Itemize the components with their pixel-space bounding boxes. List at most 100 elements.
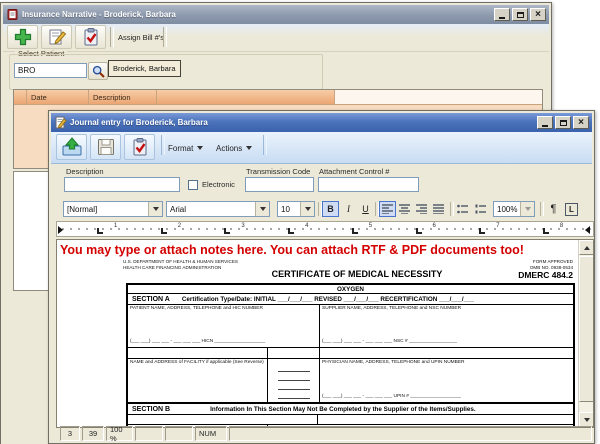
align-right-button[interactable]	[413, 201, 430, 217]
post-entry-button[interactable]	[56, 134, 87, 160]
place-of-service-cell: PLACE OF SERVICE _________	[128, 348, 268, 358]
document-area[interactable]: You may type or attach notes here. You c…	[56, 239, 594, 428]
paragraph-style-combo[interactable]: [Normal]	[63, 201, 163, 217]
tab-stop-marker[interactable]	[543, 228, 549, 234]
align-justify-button[interactable]	[430, 201, 447, 217]
arrow-up-icon	[584, 246, 590, 250]
numbered-list-button[interactable]	[472, 201, 489, 217]
bold-button[interactable]: B	[322, 201, 339, 217]
tab-stop-marker[interactable]	[416, 228, 422, 234]
zoom-combo[interactable]: 100%	[493, 201, 535, 217]
form-approved-line1: FORM APPROVED	[530, 259, 573, 265]
font-family-combo[interactable]: Arial	[166, 201, 270, 217]
clipboard-check-icon	[81, 27, 101, 47]
clipboard-check-icon	[130, 137, 150, 157]
ruler[interactable]: 12345678	[56, 221, 594, 237]
floppy-save-icon	[96, 137, 116, 157]
chevron-down-icon[interactable]	[255, 202, 269, 216]
diagnosis-cell: DIAGNOSIS CODES (ICD-9): ________ ______…	[318, 415, 573, 424]
attachment-control-input[interactable]	[318, 177, 419, 192]
supplier-label: SUPPLIER NAME, ADDRESS, TELEPHONE and NS…	[322, 306, 571, 312]
status-panel-message	[229, 426, 592, 441]
tab-stop-marker[interactable]	[224, 228, 230, 234]
chevron-down-icon[interactable]	[300, 202, 314, 216]
status-panel-num-lock: NUM	[195, 426, 227, 441]
scroll-down-button[interactable]	[579, 412, 594, 427]
bullet-list-button[interactable]	[454, 201, 471, 217]
ruler-ticks	[59, 227, 591, 231]
chevron-down-icon	[197, 146, 203, 150]
align-left-icon	[382, 204, 393, 214]
hcpcs-header-cell: HCPCS CODE	[268, 348, 320, 358]
verify-narrative-button[interactable]	[75, 25, 106, 49]
verify-button[interactable]	[124, 134, 155, 160]
chevron-down-icon[interactable]	[520, 202, 534, 216]
close-button[interactable]: ×	[573, 116, 589, 129]
supplier-phone-line: (___ ___) ___ ___ - ___ ___ ___ NSC # __…	[322, 339, 571, 345]
chevron-down-icon	[246, 146, 252, 150]
left-indent-marker[interactable]	[58, 226, 63, 234]
header-filler	[335, 90, 542, 104]
tab-stop-marker[interactable]	[352, 228, 358, 234]
close-button[interactable]: ×	[530, 8, 546, 21]
supplier-cell: SUPPLIER NAME, ADDRESS, TELEPHONE and NS…	[320, 305, 573, 347]
font-value: Arial	[170, 205, 186, 214]
transmission-code-input[interactable]	[245, 177, 314, 192]
patient-search-input[interactable]	[14, 63, 87, 78]
row-selector-header[interactable]	[14, 90, 27, 104]
length-diagnosis-row: EST. LENGTH OF NEED (# OF MONTHS): _____…	[128, 415, 573, 425]
section-a-row: SECTION A Certification Type/Date: INITI…	[128, 294, 573, 305]
tab-stop-marker[interactable]	[479, 228, 485, 234]
format-menu-label: Format	[168, 144, 193, 153]
toolbar-separator	[263, 135, 267, 155]
chevron-down-icon[interactable]	[148, 202, 162, 216]
tab-stop-marker[interactable]	[97, 228, 103, 234]
status-panel-zoom: 100 %	[106, 426, 133, 441]
save-button[interactable]	[90, 134, 121, 160]
maximize-button[interactable]	[555, 116, 571, 129]
new-narrative-button[interactable]	[7, 25, 38, 49]
separator	[540, 202, 544, 216]
description-label: Description	[66, 167, 104, 176]
format-menu[interactable]: Format	[165, 141, 206, 155]
physician-cell: PHYSICIAN NAME, ADDRESS, TELEPHONE and U…	[320, 359, 573, 402]
journal-titlebar[interactable]: Journal entry for Broderick, Barbara ×	[51, 113, 592, 132]
status-bar: 3 39 100 % NUM	[51, 426, 592, 441]
underline-button[interactable]: U	[357, 201, 374, 217]
vertical-scrollbar[interactable]	[578, 240, 593, 427]
minimize-button[interactable]	[537, 116, 553, 129]
italic-button[interactable]: I	[340, 201, 357, 217]
right-indent-marker[interactable]	[585, 226, 590, 234]
font-size-combo[interactable]: 10	[277, 201, 315, 217]
align-left-button[interactable]	[379, 201, 396, 217]
align-center-button[interactable]	[396, 201, 413, 217]
assign-bill-button[interactable]: Assign Bill #'s	[114, 28, 168, 47]
toolbar-separator	[163, 27, 167, 47]
patient-search-button[interactable]	[88, 62, 108, 80]
column-header-date[interactable]: Date	[27, 90, 89, 104]
status-panel-empty	[135, 426, 163, 441]
hcpcs-blank-cell	[268, 359, 320, 402]
minimize-button[interactable]	[494, 8, 510, 21]
patient-cell: PATIENT NAME, ADDRESS, TELEPHONE and HIC…	[128, 305, 320, 347]
description-input[interactable]	[64, 177, 180, 192]
insurance-titlebar[interactable]: Insurance Narrative - Broderick, Barbara…	[3, 5, 549, 24]
scrollbar-thumb[interactable]	[579, 256, 594, 402]
tab-selector-button[interactable]: L	[563, 201, 580, 217]
transmission-code-label: Transmission Code	[246, 167, 310, 176]
electronic-checkbox[interactable]	[188, 180, 198, 190]
edit-narrative-button[interactable]	[41, 25, 72, 49]
journal-icon	[54, 116, 67, 129]
tab-stop-marker[interactable]	[288, 228, 294, 234]
actions-menu[interactable]: Actions	[213, 141, 255, 155]
column-header-description[interactable]: Description	[89, 90, 157, 104]
scroll-up-button[interactable]	[579, 240, 594, 255]
section-b-text: Information In This Section May Not Be C…	[210, 406, 476, 413]
cmn-form-table: OXYGEN SECTION A Certification Type/Date…	[126, 283, 575, 428]
tab-stop-marker[interactable]	[161, 228, 167, 234]
maximize-button[interactable]	[512, 8, 528, 21]
formatting-toolbar: [Normal] Arial 10 B I U	[51, 198, 592, 220]
show-paragraph-marks-button[interactable]: ¶	[545, 201, 562, 217]
zoom-value: 100%	[497, 205, 517, 214]
service-row: PLACE OF SERVICE _________ HCPCS CODE PT…	[128, 348, 573, 359]
